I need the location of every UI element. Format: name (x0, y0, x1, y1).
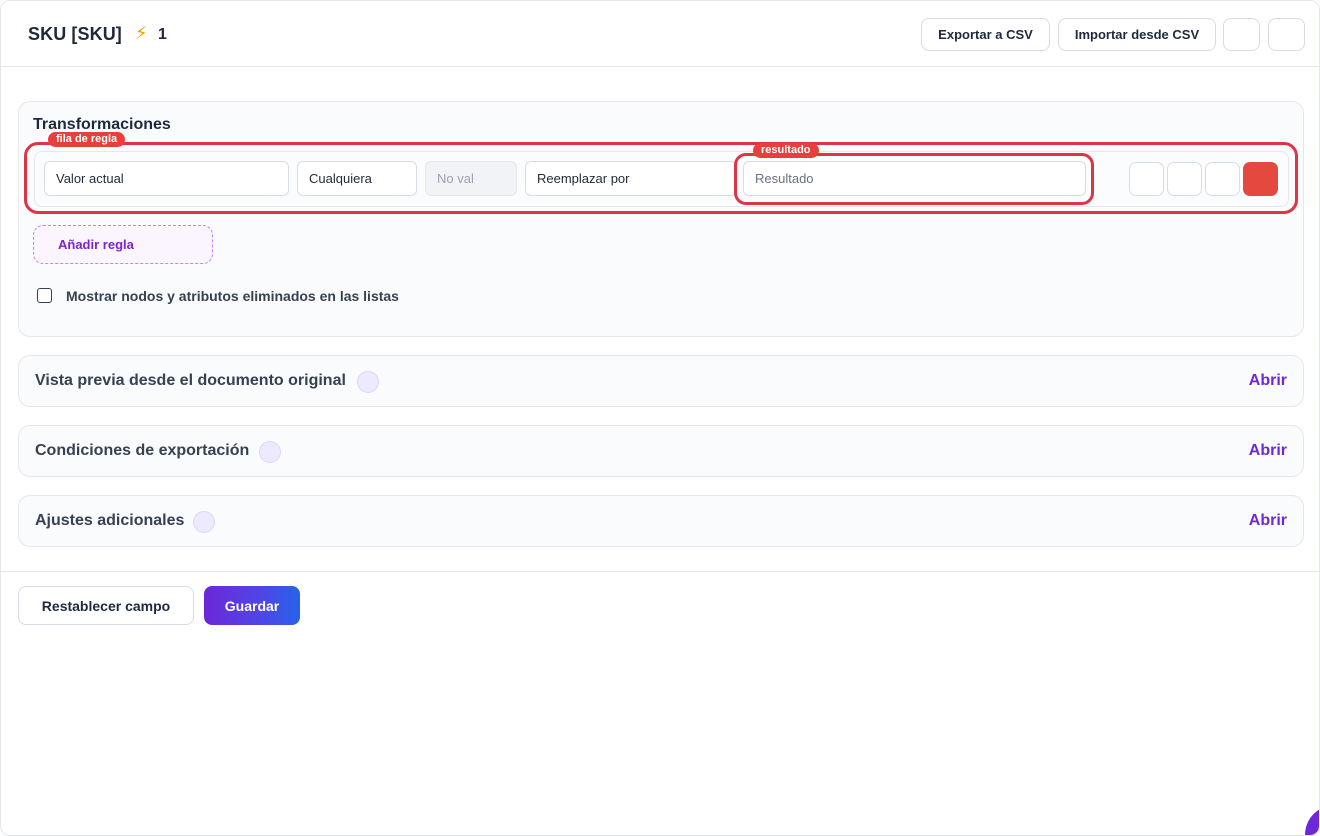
reset-field-button[interactable]: Restablecer campo (18, 586, 194, 625)
rule-row-highlight (24, 142, 1298, 214)
export-csv-button[interactable]: Exportar a CSV (921, 18, 1050, 51)
section-title: Vista previa desde el documento original (35, 372, 346, 389)
result-highlight (734, 153, 1094, 205)
info-dot-icon (193, 511, 215, 533)
bolt-icon: ⚡ (135, 23, 148, 43)
section-title: Condiciones de exportación (35, 442, 250, 459)
header-icon-button-2[interactable] (1268, 18, 1305, 51)
info-dot-icon (259, 441, 281, 463)
header-icon-button-1[interactable] (1223, 18, 1260, 51)
open-link[interactable]: Abrir (1249, 372, 1287, 390)
preview-section[interactable]: Vista previa desde el documento original… (18, 355, 1304, 407)
info-dot-icon (357, 371, 379, 393)
result-tag: resultado (753, 143, 819, 158)
footer-divider (1, 571, 1319, 572)
header-bar: SKU [SKU] ⚡ 1 Exportar a CSV Importar de… (1, 1, 1319, 67)
add-rule-button[interactable]: Añadir regla (33, 225, 213, 264)
open-link[interactable]: Abrir (1249, 512, 1287, 530)
field-editor-window: SKU [SKU] ⚡ 1 Exportar a CSV Importar de… (0, 0, 1320, 836)
import-csv-button[interactable]: Importar desde CSV (1058, 18, 1216, 51)
open-link[interactable]: Abrir (1249, 442, 1287, 460)
export-conditions-section[interactable]: Condiciones de exportación Abrir (18, 425, 1304, 477)
rule-row-tag: fila de regla (48, 132, 126, 147)
show-deleted-label: Mostrar nodos y atributos eliminados en … (66, 288, 399, 304)
floating-action-button[interactable] (1305, 805, 1319, 835)
save-button[interactable]: Guardar (204, 586, 300, 625)
additional-settings-section[interactable]: Ajustes adicionales Abrir (18, 495, 1304, 547)
show-deleted-checkbox[interactable] (37, 288, 52, 303)
transformation-count: 1 (158, 26, 167, 43)
section-title: Ajustes adicionales (35, 512, 185, 529)
field-title: SKU [SKU] (28, 24, 122, 44)
